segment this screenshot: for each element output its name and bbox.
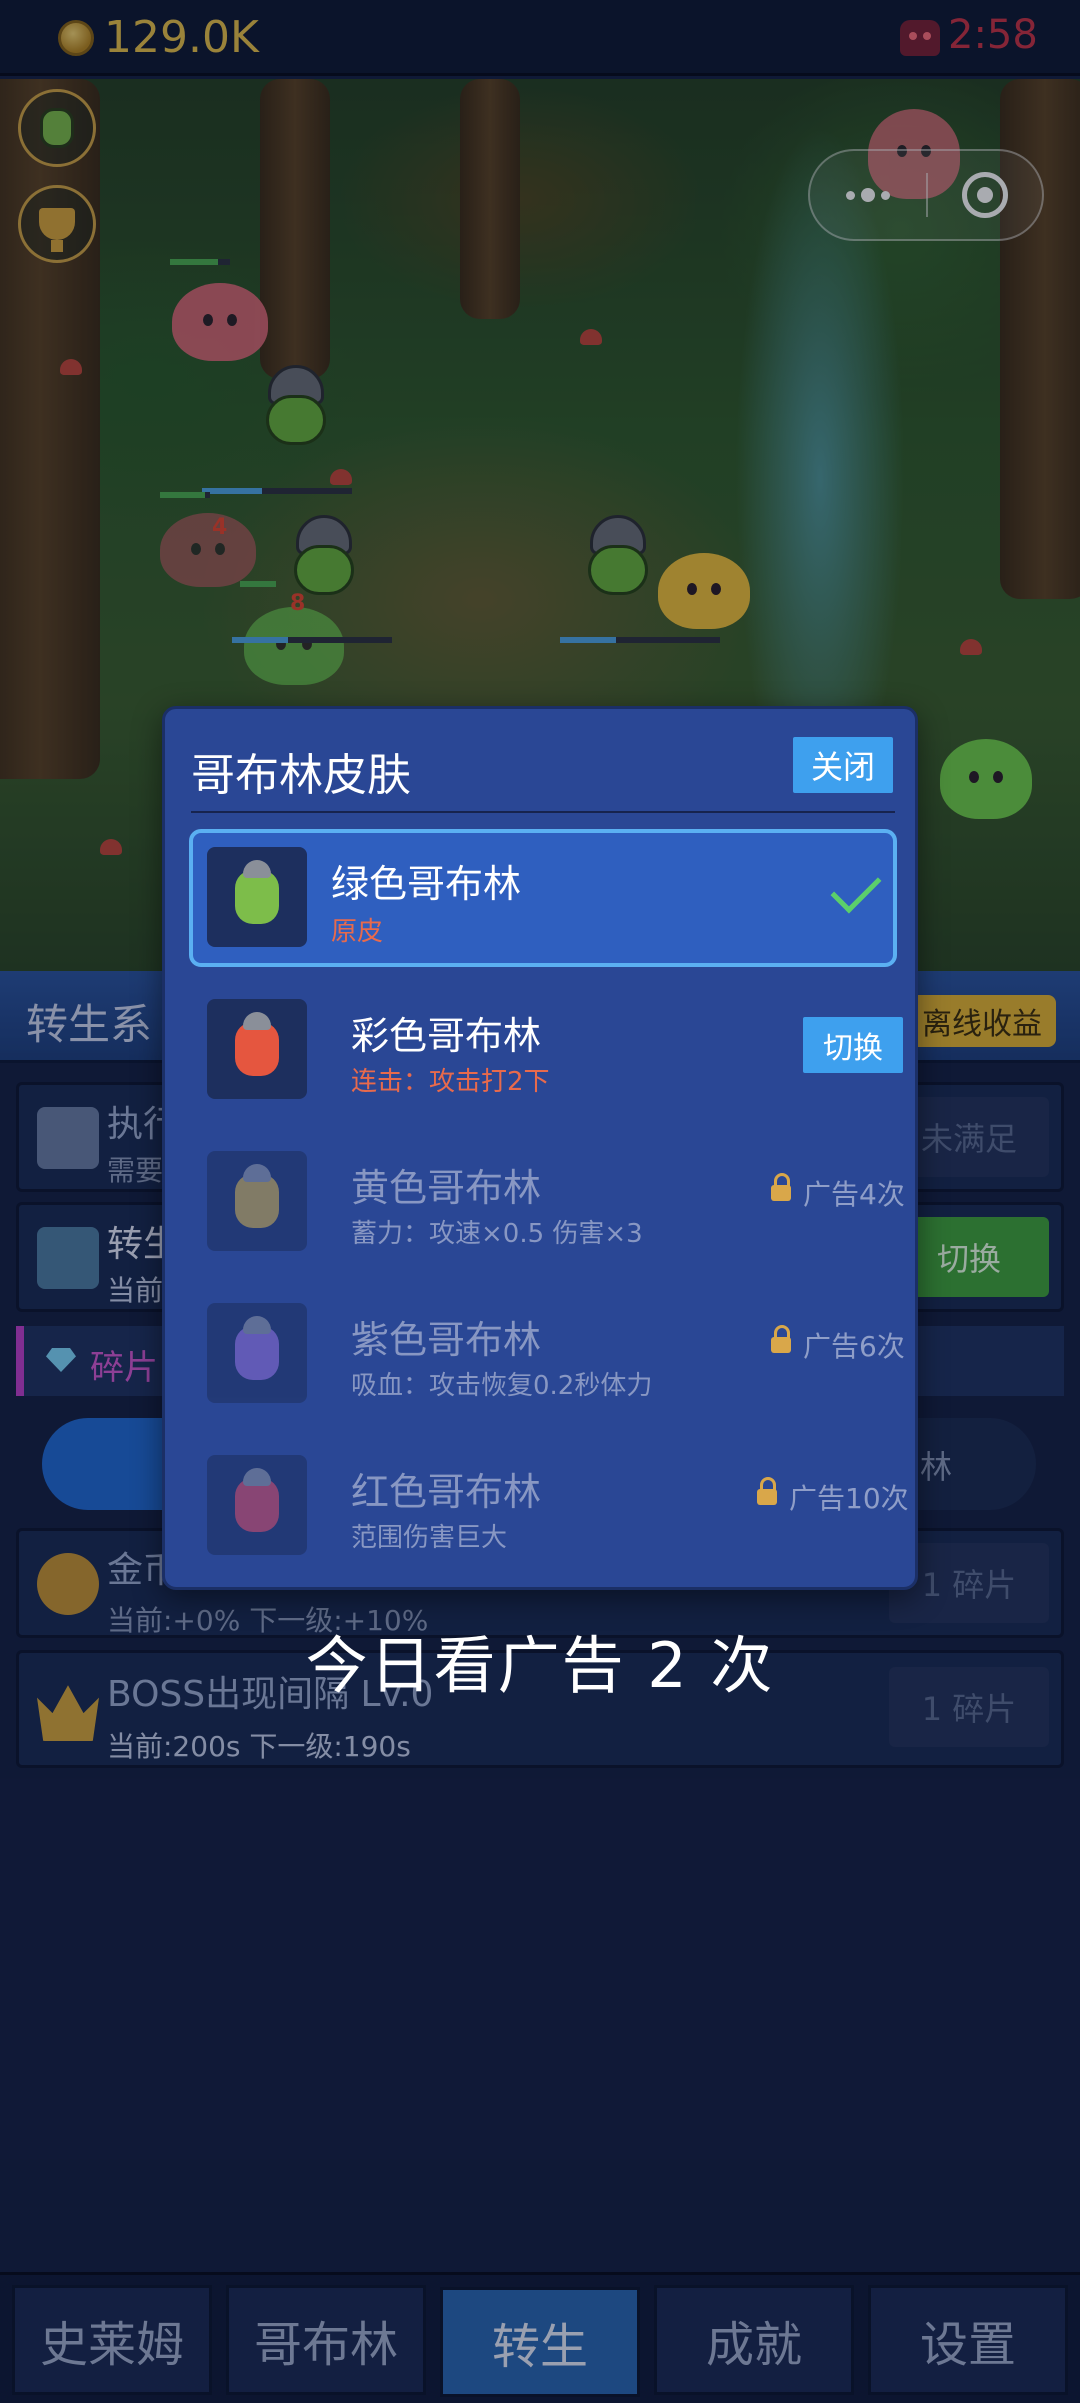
skin-thumbnail [207, 1151, 307, 1251]
unlock-requirement: 广告10次 [789, 1482, 909, 1515]
skin-name: 绿色哥布林 [331, 862, 522, 906]
skin-name: 黄色哥布林 [351, 1166, 542, 1210]
unlock-requirement: 广告4次 [803, 1178, 905, 1211]
skin-desc: 蓄力：攻速×0.5 伤害×3 [351, 1219, 643, 1249]
skin-desc: 原皮 [331, 917, 384, 947]
lock-icon [771, 1325, 791, 1353]
skin-name: 紫色哥布林 [351, 1318, 542, 1362]
lock-icon [771, 1173, 791, 1201]
lock-icon [757, 1477, 777, 1505]
divider [191, 811, 895, 813]
goblin-icon [235, 1468, 279, 1532]
skin-desc: 连击：攻击打2下 [351, 1067, 550, 1097]
skin-item-purple[interactable]: 紫色哥布林 吸血：攻击恢复0.2秒体力 广告6次 [189, 1285, 905, 1423]
goblin-icon [235, 1164, 279, 1228]
close-button[interactable]: 关闭 [793, 737, 893, 793]
check-icon [830, 862, 882, 914]
goblin-skin-dialog: 哥布林皮肤 关闭 绿色哥布林 原皮 彩色哥布林 连击：攻击打2下 切换 黄色哥布… [162, 706, 918, 1590]
skin-desc: 范围伤害巨大 [351, 1523, 508, 1553]
skin-thumbnail [207, 1455, 307, 1555]
skin-item-green[interactable]: 绿色哥布林 原皮 [189, 829, 897, 967]
skin-item-yellow[interactable]: 黄色哥布林 蓄力：攻速×0.5 伤害×3 广告4次 [189, 1133, 905, 1271]
dialog-title: 哥布林皮肤 [191, 750, 411, 801]
skin-name: 彩色哥布林 [351, 1014, 542, 1058]
goblin-icon [235, 1316, 279, 1380]
unlock-requirement: 广告6次 [803, 1330, 905, 1363]
switch-skin-button[interactable]: 切换 [803, 1017, 903, 1073]
goblin-icon [235, 1012, 279, 1076]
skin-thumbnail [207, 999, 307, 1099]
skin-thumbnail [207, 1303, 307, 1403]
skin-desc: 吸血：攻击恢复0.2秒体力 [351, 1371, 653, 1401]
skin-item-rainbow[interactable]: 彩色哥布林 连击：攻击打2下 切换 [189, 981, 903, 1119]
skin-thumbnail [207, 847, 307, 947]
skin-item-red[interactable]: 红色哥布林 范围伤害巨大 广告10次 [189, 1437, 909, 1575]
skin-name: 红色哥布林 [351, 1470, 542, 1514]
ad-count-toast: 今日看广告 2 次 [305, 1629, 775, 1702]
goblin-icon [235, 860, 279, 924]
